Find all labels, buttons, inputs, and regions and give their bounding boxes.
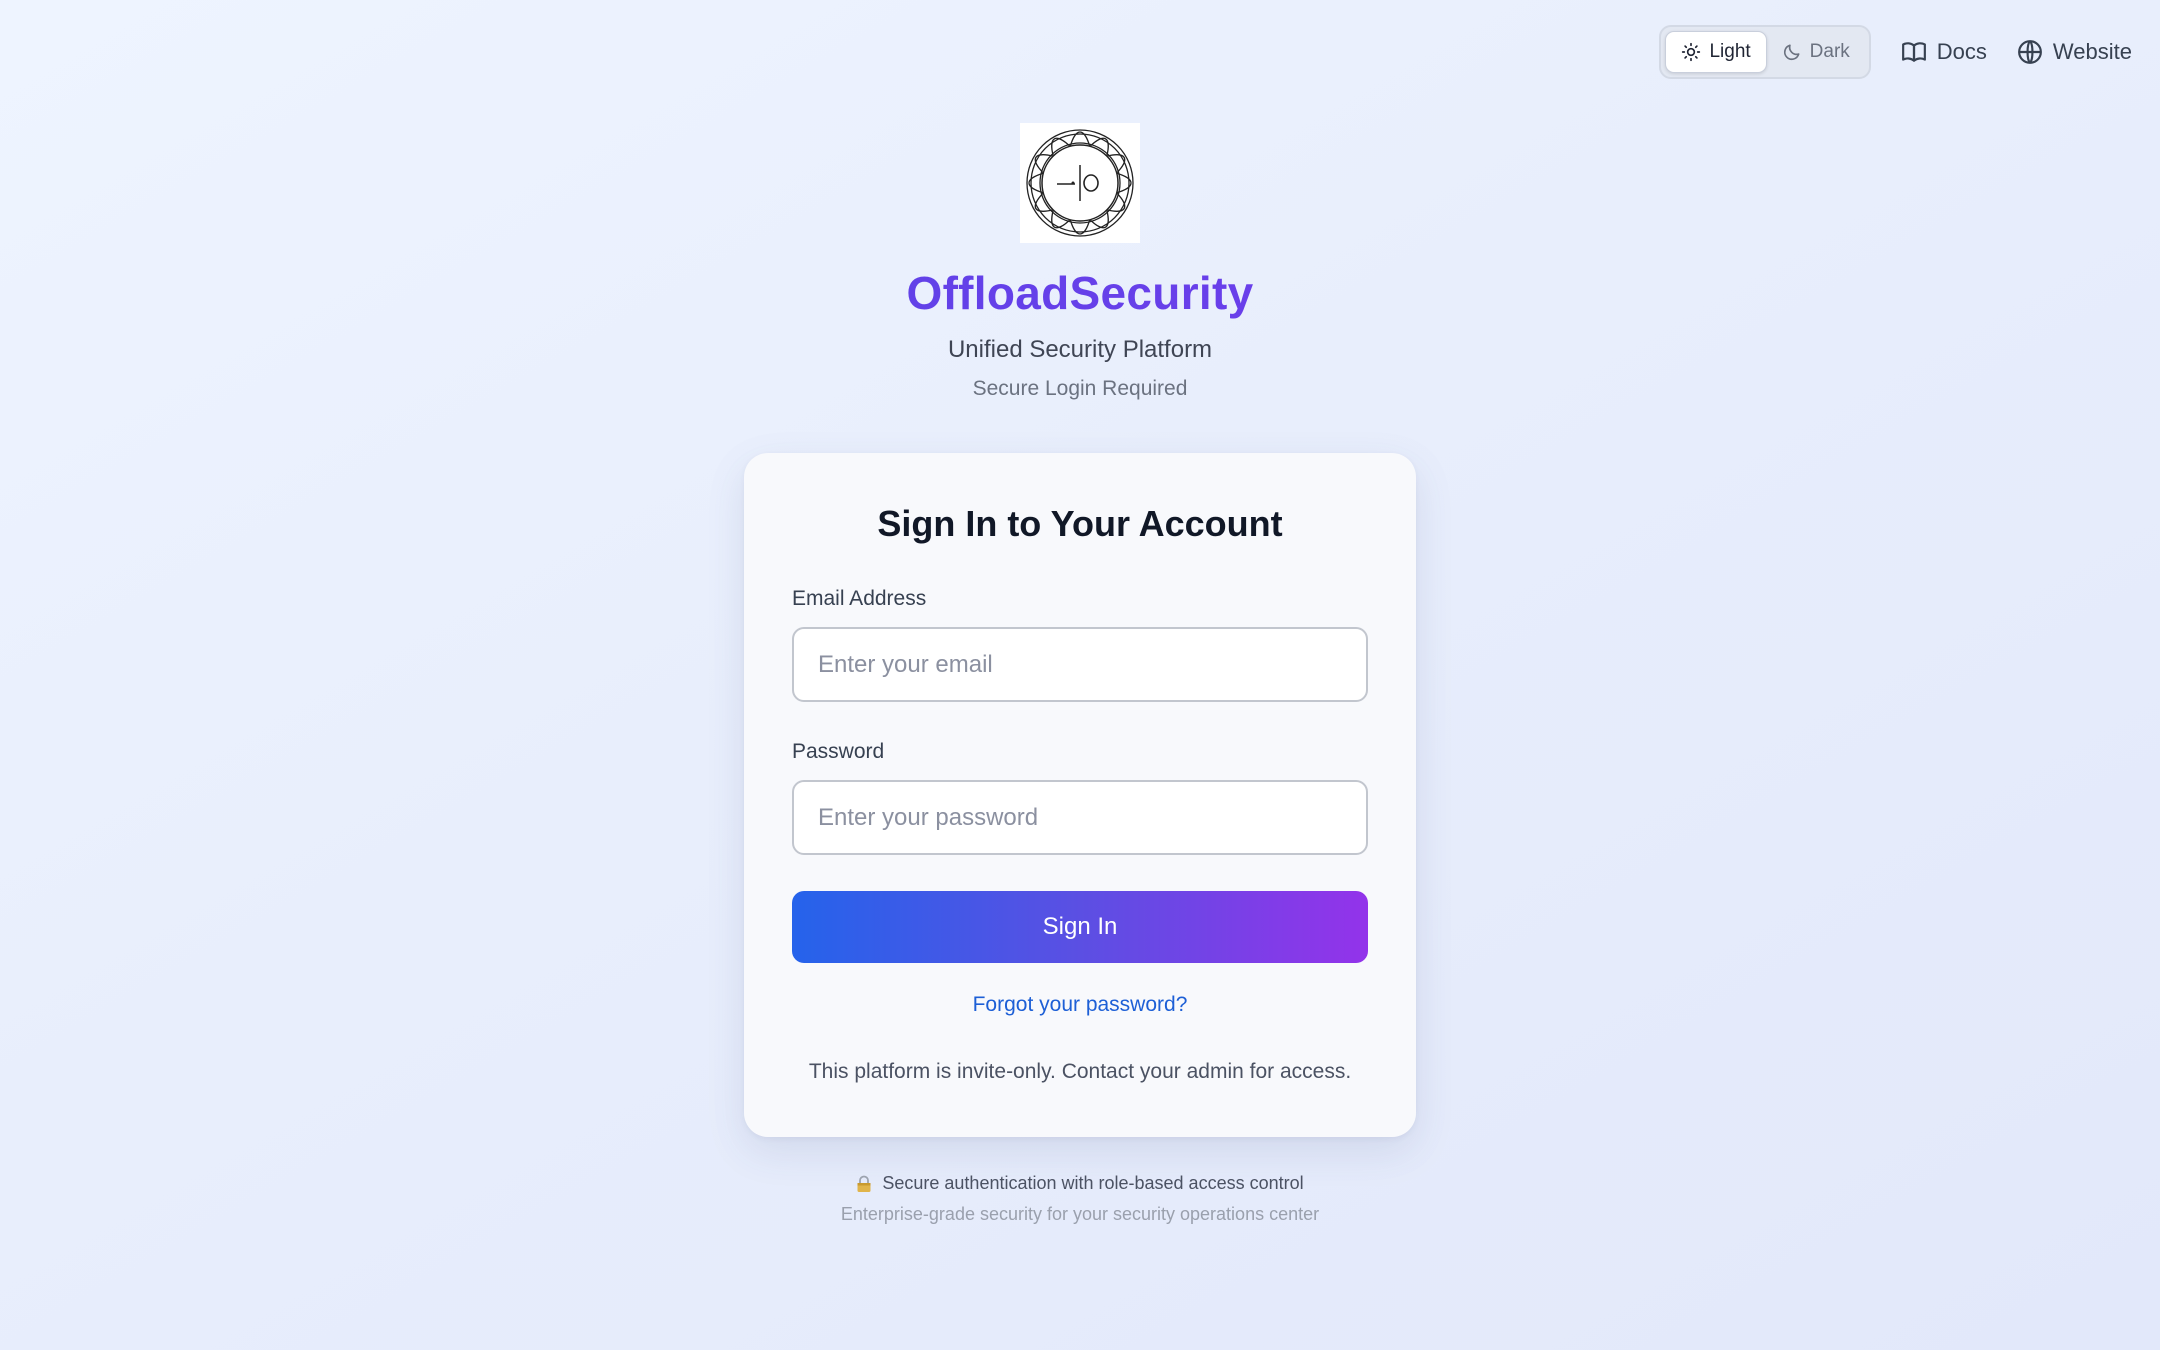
website-link[interactable]: Website <box>2017 39 2132 65</box>
brand-logo <box>1020 123 1140 243</box>
theme-dark-button[interactable]: Dark <box>1767 31 1865 73</box>
signin-card: Sign In to Your Account Email Address Pa… <box>744 453 1416 1137</box>
password-label: Password <box>792 740 885 763</box>
footer-auth-note: Secure authentication with role-based ac… <box>0 1173 2160 1194</box>
sign-in-button[interactable]: Sign In <box>792 891 1368 963</box>
theme-toggle: Light Dark <box>1659 25 1871 79</box>
signin-title: Sign In to Your Account <box>877 503 1283 544</box>
email-field[interactable] <box>792 627 1368 702</box>
website-label: Website <box>2052 39 2132 64</box>
theme-light-button[interactable]: Light <box>1665 31 1767 73</box>
theme-dark-label: Dark <box>1809 41 1850 62</box>
footer-enterprise-note: Enterprise-grade security for your secur… <box>840 1204 1320 1224</box>
top-nav: Light Dark Docs Website <box>1659 25 2132 79</box>
docs-label: Docs <box>1936 39 1987 64</box>
docs-link[interactable]: Docs <box>1901 39 1987 65</box>
logo-emblem <box>1026 129 1134 237</box>
invite-only-note: This platform is invite-only. Contact yo… <box>808 1060 1352 1083</box>
book-icon <box>1901 42 1926 62</box>
login-required-note: Secure Login Required <box>972 377 1188 400</box>
moon-icon <box>1783 44 1800 61</box>
footer-auth-text: Secure authentication with role-based ac… <box>882 1173 1304 1193</box>
brand-title: OffloadSecurity <box>0 266 2160 320</box>
forgot-password-link[interactable]: Forgot your password? <box>744 993 1416 1017</box>
globe-icon <box>2018 40 2042 64</box>
brand-subtitle: Unified Security Platform <box>947 336 1213 363</box>
lock-icon <box>857 1175 871 1192</box>
password-field[interactable] <box>792 780 1368 855</box>
sun-icon <box>1682 42 1701 62</box>
email-label: Email Address <box>792 587 927 610</box>
theme-light-label: Light <box>1709 41 1751 62</box>
